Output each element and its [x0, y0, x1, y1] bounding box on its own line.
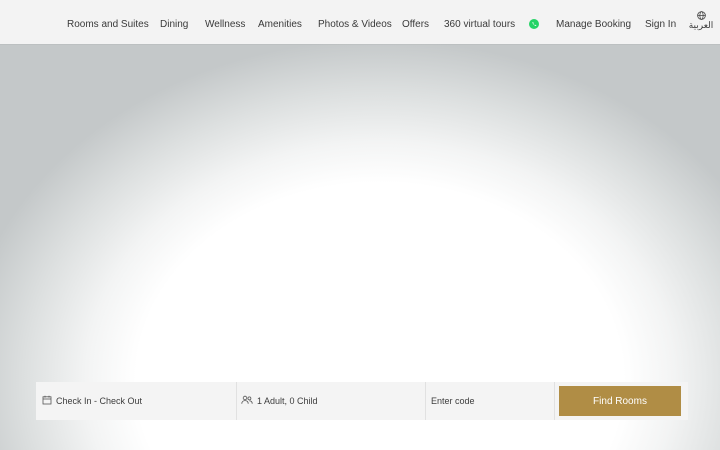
- users-icon: [241, 395, 253, 404]
- nav-rooms-and-suites[interactable]: Rooms and Suites: [67, 0, 149, 50]
- nav-amenities[interactable]: Amenities: [258, 0, 302, 50]
- whatsapp-icon[interactable]: [529, 19, 539, 29]
- guests-selector[interactable]: 1 Adult, 0 Child: [237, 382, 425, 420]
- language-switcher[interactable]: العربية: [688, 11, 714, 35]
- globe-icon: [696, 11, 706, 20]
- nav-dining[interactable]: Dining: [160, 0, 188, 50]
- date-range-label: Check In - Check Out: [56, 396, 143, 406]
- nav-sign-in[interactable]: Sign In: [645, 0, 676, 50]
- find-rooms-button[interactable]: Find Rooms: [559, 386, 681, 416]
- booking-bar: Check In - Check Out 1 Adult, 0 Child Fi…: [36, 382, 688, 420]
- calendar-icon: [42, 395, 52, 405]
- nav-manage-booking[interactable]: Manage Booking: [556, 0, 631, 50]
- date-range-picker[interactable]: Check In - Check Out: [36, 382, 236, 420]
- nav-photos-videos[interactable]: Photos & Videos: [318, 0, 392, 50]
- language-label: العربية: [688, 20, 714, 30]
- nav-360-virtual-tours[interactable]: 360 virtual tours: [444, 0, 515, 50]
- guests-label: 1 Adult, 0 Child: [257, 396, 318, 406]
- nav-wellness[interactable]: Wellness: [205, 0, 245, 50]
- nav-offers[interactable]: Offers: [402, 0, 429, 50]
- site-header: Rooms and Suites Dining Wellness Ameniti…: [0, 0, 720, 44]
- divider: [554, 382, 555, 420]
- promo-code-input[interactable]: [426, 382, 557, 420]
